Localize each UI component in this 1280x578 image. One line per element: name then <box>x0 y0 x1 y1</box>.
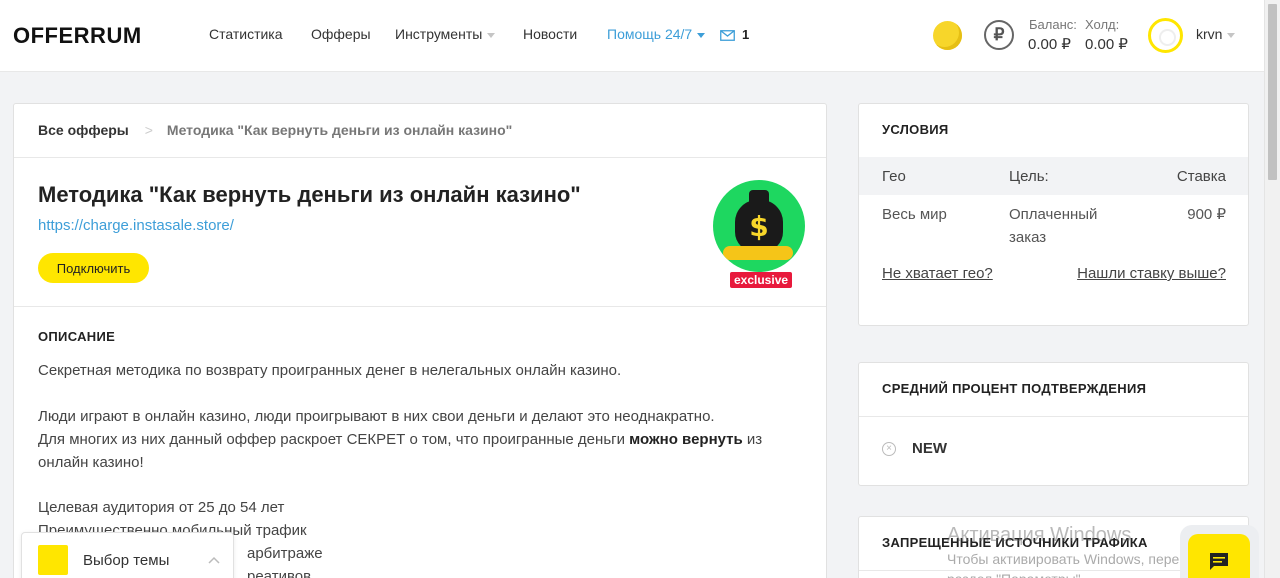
nav-offers[interactable]: Офферы <box>311 26 371 42</box>
breadcrumb-all-offers[interactable]: Все офферы <box>38 122 129 138</box>
scrollbar[interactable] <box>1264 0 1280 578</box>
divider <box>14 157 826 158</box>
offer-link[interactable]: https://charge.instasale.store/ <box>38 217 234 234</box>
goal-value: заказ <box>1009 229 1047 246</box>
description-paragraph: Целевая аудитория от 25 до 54 лет <box>38 499 285 516</box>
geo-value: Весь мир <box>882 206 947 223</box>
hand-shape <box>723 246 793 260</box>
chat-button[interactable] <box>1188 534 1250 578</box>
description-paragraph: Для многих из них данный оффер раскроет … <box>38 428 798 451</box>
mail-icon[interactable] <box>720 28 735 46</box>
logo[interactable]: OFFERRUM <box>13 23 142 49</box>
avatar[interactable] <box>1148 18 1183 53</box>
nav-news[interactable]: Новости <box>523 26 577 42</box>
chat-icon <box>1210 553 1228 570</box>
breadcrumb: Все офферы > Методика "Как вернуть деньги … <box>38 122 512 138</box>
chat-widget <box>1180 525 1259 578</box>
divider <box>14 306 826 307</box>
nav-statistics[interactable]: Статистика <box>209 26 283 42</box>
conditions-card: УСЛОВИЯ Гео Цель: Ставка Весь мир Оплаче… <box>858 103 1249 326</box>
approval-title: СРЕДНИЙ ПРОЦЕНТ ПОДТВЕРЖДЕНИЯ <box>882 381 1147 396</box>
breadcrumb-separator-icon: > <box>144 122 153 138</box>
balance-value: 0.00 ₽ <box>1028 36 1071 53</box>
description-paragraph: Люди играют в онлайн казино, люди проигр… <box>38 408 715 425</box>
chevron-down-icon <box>487 32 496 38</box>
offer-title: Методика "Как вернуть деньги из онлайн к… <box>38 182 581 207</box>
chevron-up-icon <box>208 553 220 567</box>
description-paragraph: онлайн казино! <box>38 454 144 471</box>
col-rate: Ставка <box>1176 168 1226 185</box>
bag-shape: $ <box>735 190 783 252</box>
user-menu[interactable]: krvn <box>1196 26 1236 42</box>
theme-color-swatch <box>38 545 68 575</box>
theme-label: Выбор темы <box>83 552 170 569</box>
description-text: из <box>742 431 763 448</box>
description-text: Для многих из них данный оффер раскроет … <box>38 431 630 448</box>
balance-label: Баланс: <box>1029 17 1077 32</box>
hold-label: Холд: <box>1085 17 1120 32</box>
nav-tools[interactable]: Инструменты <box>395 26 496 42</box>
conditions-title: УСЛОВИЯ <box>882 122 949 137</box>
nav-help-label: Помощь 24/7 <box>607 26 693 42</box>
coin-icon[interactable] <box>933 21 962 50</box>
approval-value: NEW <box>912 440 947 457</box>
conditions-table-header: Гео Цель: Ставка <box>859 157 1248 195</box>
money-bag-icon: $ <box>713 180 805 272</box>
col-geo: Гео <box>882 168 906 185</box>
scrollbar-thumb[interactable] <box>1268 4 1277 180</box>
messages-count[interactable]: 1 <box>742 27 749 42</box>
higher-rate-link[interactable]: Нашли ставку выше? <box>1077 265 1226 282</box>
chevron-down-icon <box>697 32 706 38</box>
rate-value: 900 ₽ <box>1187 206 1226 223</box>
breadcrumb-current: Методика "Как вернуть деньги из онлайн к… <box>166 122 513 138</box>
col-goal: Цель: <box>1009 168 1049 185</box>
divider <box>859 416 1248 417</box>
windows-activation-title: Активация Windows <box>947 524 1132 546</box>
nav-tools-label: Инструменты <box>395 26 483 42</box>
hold-value: 0.00 ₽ <box>1085 36 1128 53</box>
top-header: OFFERRUM Статистика Офферы Инструменты Н… <box>0 0 1264 72</box>
missing-geo-link[interactable]: Не хватает гео? <box>882 265 993 282</box>
connect-button[interactable]: Подключить <box>38 253 149 283</box>
description-title: ОПИСАНИЕ <box>38 329 116 344</box>
description-bold: можно вернуть <box>629 431 743 448</box>
ruble-icon: ₽ <box>984 20 1014 50</box>
theme-selector[interactable]: Выбор темы <box>21 532 234 578</box>
approval-card: СРЕДНИЙ ПРОЦЕНТ ПОДТВЕРЖДЕНИЯ × NEW <box>858 362 1249 486</box>
nav-help[interactable]: Помощь 24/7 <box>607 26 706 42</box>
exclusive-badge: exclusive <box>730 272 793 288</box>
description-paragraph: Секретная методика по возврату проигранн… <box>38 362 622 379</box>
chevron-down-icon <box>1227 32 1236 38</box>
goal-value: Оплаченный <box>1009 206 1098 223</box>
offer-card: Все офферы > Методика "Как вернуть деньги … <box>13 103 827 578</box>
dollar-icon: $ <box>749 210 769 243</box>
close-circle-icon: × <box>882 442 896 456</box>
username: krvn <box>1196 26 1223 42</box>
